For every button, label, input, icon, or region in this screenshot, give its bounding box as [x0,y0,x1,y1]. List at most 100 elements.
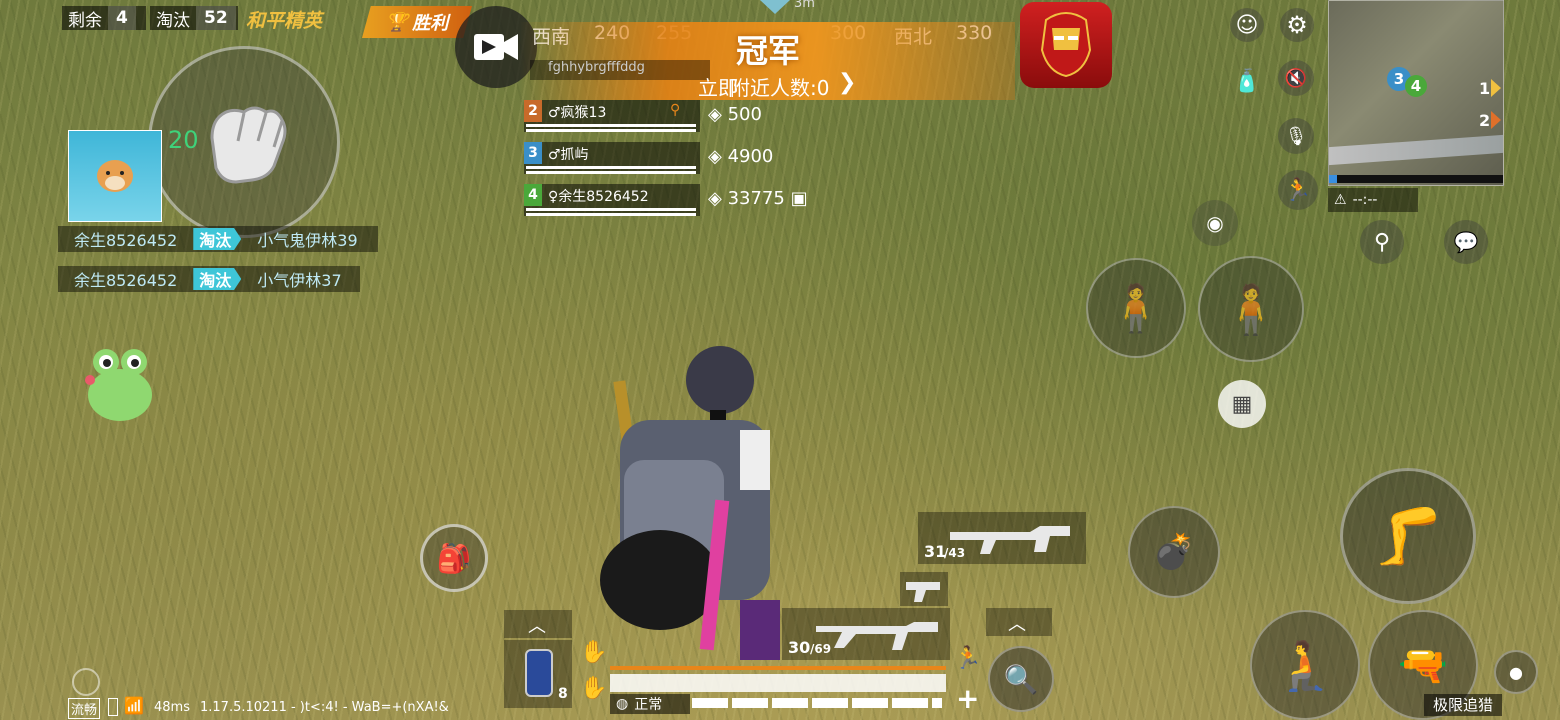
crouch-button[interactable]: 🧎 [1250,610,1360,720]
consumable-count: 8 [558,686,568,702]
top-player-name: fghhybrgfffddg [530,60,710,80]
extra-action-button[interactable]: ● [1494,650,1538,694]
clock-icon [72,668,100,696]
add-button[interactable]: + [956,682,979,715]
energy-drink-icon [525,649,553,697]
marker-arrow-icon [1491,111,1501,129]
free-look-button[interactable]: ◉ [1192,200,1238,246]
zone-timer-text: --:-- [1352,192,1378,208]
chat-bubble-icon: 💬 [1453,230,1479,254]
settings-button[interactable]: ⚙ [1280,8,1314,42]
zone-progress-bar [1329,175,1503,183]
player-avatar[interactable] [68,130,162,222]
posture-status-text: 正常 [634,697,663,713]
lean-left-button[interactable]: 🧍 [1086,258,1186,358]
teammate-name: ♂抓屿 [548,147,589,163]
victory-label: 胜利 [412,13,449,34]
primary-reserve: /43 [944,546,966,560]
secondary-weapon-slot[interactable]: 30 /69 [782,608,950,660]
item-expand-button[interactable]: ︿ [504,610,572,638]
crouching-soldier-icon: 🧎 [1275,637,1335,694]
lean-right-button[interactable]: 🧍 [1198,256,1304,362]
boost-bar [692,698,942,708]
nearby-players-text[interactable]: 附近人数:0 [730,72,829,101]
spray-button[interactable]: 🧴 [1232,64,1262,98]
running-man-icon: 🏃 [1284,177,1312,203]
sprint-button[interactable]: 🏃 [954,646,981,671]
marker-arrow-icon [1491,79,1501,97]
teammate-value-text: 500 [727,104,762,125]
diamond-icon: ◈ [708,146,728,167]
scope-button[interactable]: 🔍 [988,646,1054,712]
remaining-value: 4 [108,6,136,30]
microphone-muted-icon: 🎙 [1284,125,1308,147]
trophy-icon: 🏆 [385,11,409,33]
remaining-label: 剩余 [68,10,102,31]
ironman-event-button[interactable] [1020,2,1112,88]
magnifier-icon: 🔍 [1003,662,1039,696]
health-bar [526,208,696,211]
map-marker-button[interactable]: ⚲ [1360,220,1404,264]
crate-button[interactable]: ▦ [1218,380,1266,428]
backpack-button[interactable]: 🎒 [420,524,488,592]
scope-expand-button[interactable]: ︿ [986,608,1052,636]
remaining-counter: 剩余 4 [62,6,146,31]
pickup-button[interactable]: ✋ [580,676,607,701]
speaker-toggle[interactable]: 🔇 [1278,60,1314,96]
health-bar [526,166,696,169]
secondary-reserve: /69 [810,642,832,656]
minimap[interactable]: 3 4 1 2 [1328,0,1504,186]
kill-count: 20 [168,126,199,154]
plus-icon: + [956,682,980,715]
minimap-marker-1: 1 [1479,79,1491,98]
microphone-toggle[interactable]: 🎙 [1278,118,1314,154]
assault-rifle-icon [950,526,1070,554]
eliminated-counter: 淘汰 52 [150,6,238,31]
killfeed-killer: 余生8526452 [74,271,178,290]
secondary-reserve-text: 69 [814,642,832,656]
ak-rifle-icon [816,622,938,650]
teammate-row[interactable]: 3 ♂抓屿 [524,142,700,174]
sidearm-slot[interactable] [900,572,948,606]
prone-soldier-icon: 🔫 [1398,642,1448,689]
frog-emote[interactable] [78,340,162,424]
battery-icon [108,698,118,716]
hand-pickup-icon: ✋ [580,676,608,701]
player-character-figure [600,346,780,660]
door-open-button[interactable]: ✋ [580,640,607,665]
quick-chat-button[interactable]: 💬 [1444,220,1488,264]
teammate-value: ◈ 4900 [708,146,773,167]
chevron-up-icon: ︿ [528,616,546,637]
zone-progress-fill [1329,175,1337,183]
ping-text: 48ms [154,700,190,715]
emote-button[interactable]: ☺ [1230,8,1264,42]
killfeed-killer: 余生8526452 [74,231,178,250]
teammate-row[interactable]: 2 ♂疯猴13 ⚲ [524,100,700,132]
stance-icon: ◍ [616,696,629,712]
jump-button[interactable]: 🦵 [1340,468,1476,604]
version-text: 1.17.5.10211 - )t<:4! - WaB=+(nXA!& [200,700,449,715]
fist-icon [210,106,287,184]
auto-run-button[interactable]: 🏃 [1278,170,1318,210]
location-pin-icon: ⚲ [1373,229,1391,255]
teammate-name: ♂疯猴13 [548,105,607,121]
energy-bar [526,171,696,174]
energy-bar [526,213,696,216]
chevron-right-icon[interactable]: ❯ [838,70,856,95]
network-quality: 流畅 [68,698,101,719]
minimap-road [1329,134,1503,166]
gear-icon: ⚙ [1286,11,1308,39]
victory-badge: 🏆 胜利 [362,6,472,38]
killfeed-action: 淘汰 [193,268,242,290]
sprint-icon: 🏃 [954,646,982,671]
diamond-icon: ◈ [708,104,728,125]
teammate-row[interactable]: 4 ♀余生8526452 [524,184,700,216]
smiley-icon: ☺ [1235,12,1259,38]
killfeed-action: 淘汰 [193,228,242,250]
teammate-number: 2 [524,100,542,122]
teammate-name: ♀余生8526452 [548,189,649,205]
consumable-slot[interactable]: 8 [504,640,572,708]
hand-icon: ✋ [580,640,608,665]
primary-weapon-slot[interactable]: 31 /43 [918,512,1086,564]
grenade-button[interactable]: 💣 [1128,506,1220,598]
